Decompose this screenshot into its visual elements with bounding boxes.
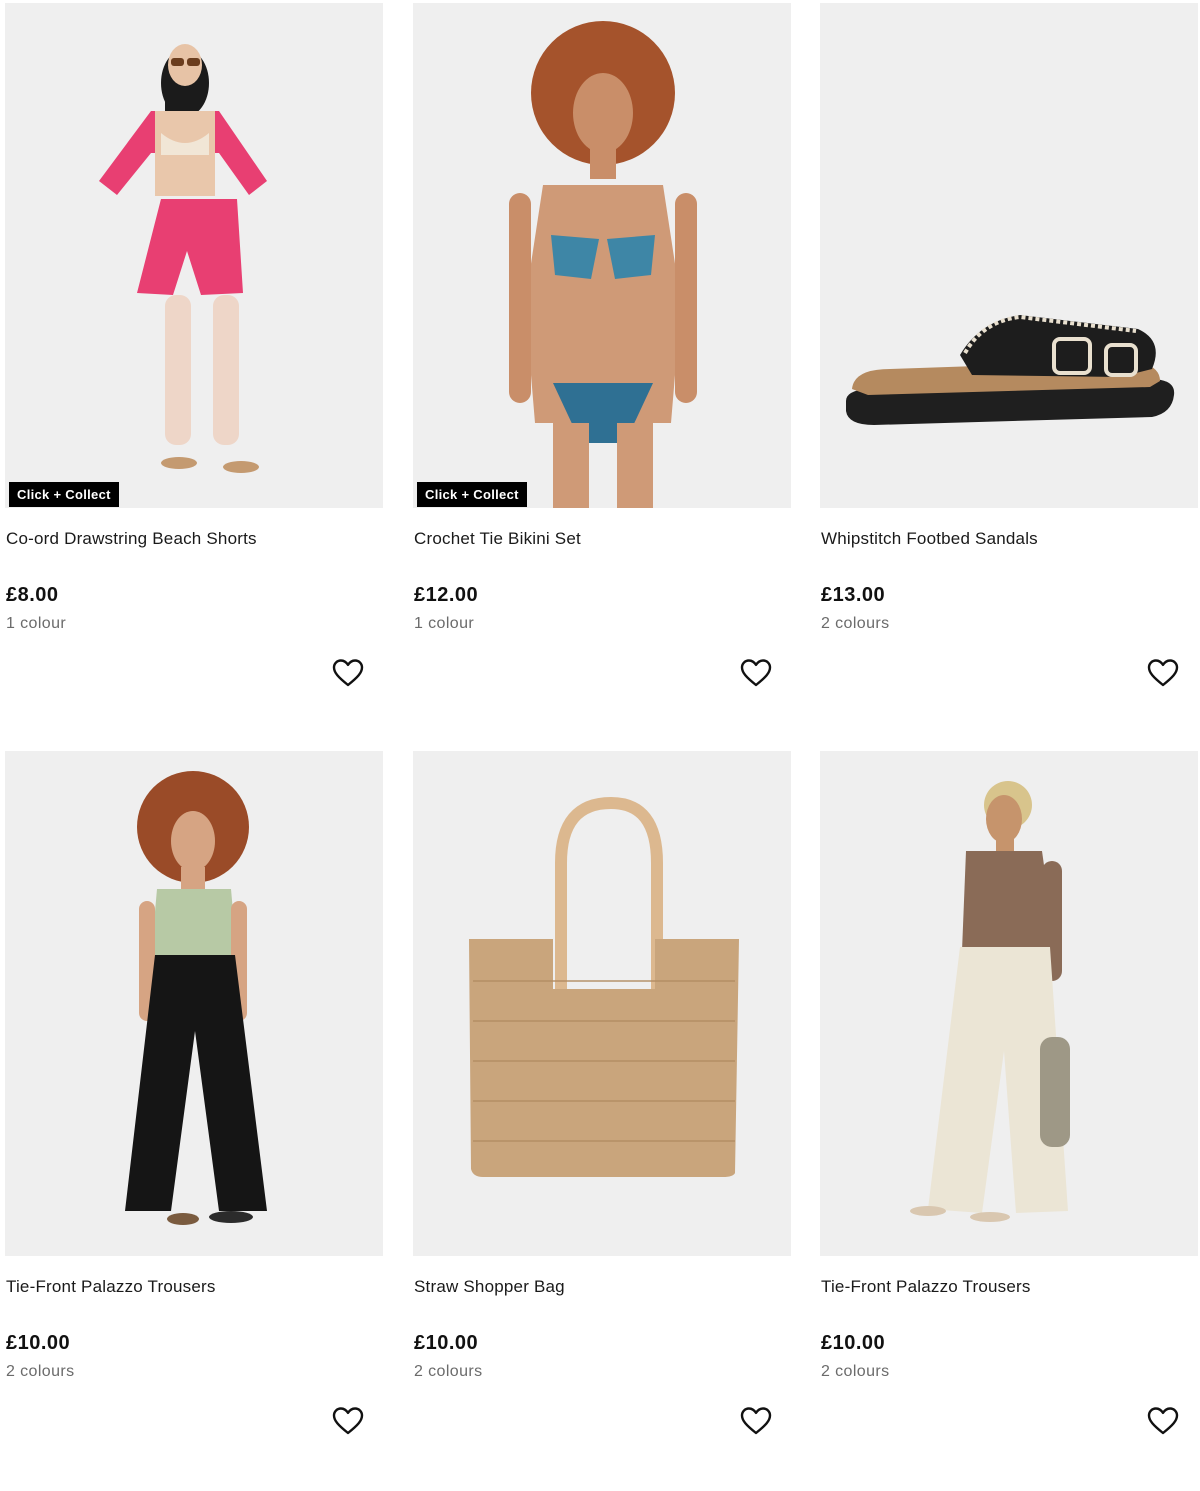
product-image[interactable]: Click + Collect [5, 3, 383, 508]
product-title[interactable]: Tie-Front Palazzo Trousers [821, 1277, 1031, 1297]
wishlist-button[interactable] [332, 658, 364, 688]
product-colours-count: 1 colour [6, 615, 67, 632]
product-title[interactable]: Straw Shopper Bag [414, 1277, 565, 1297]
heart-outline-icon [1147, 659, 1179, 687]
product-price: £12.00 [414, 584, 479, 606]
product-card[interactable]: Straw Shopper Bag £10.00 2 colours [413, 751, 791, 1491]
product-colours-count: 2 colours [6, 1363, 75, 1380]
product-colours-count: 2 colours [821, 615, 890, 632]
product-image[interactable] [820, 3, 1198, 508]
product-price: £10.00 [6, 1332, 71, 1354]
product-title[interactable]: Tie-Front Palazzo Trousers [6, 1277, 216, 1297]
model-black-palazzo-trousers-image [5, 751, 383, 1256]
click-collect-badge: Click + Collect [9, 482, 119, 507]
model-pink-beach-set-image [5, 3, 383, 508]
click-collect-badge: Click + Collect [417, 482, 527, 507]
product-image[interactable]: Click + Collect [413, 3, 791, 508]
product-price: £13.00 [821, 584, 886, 606]
product-price: £8.00 [6, 584, 59, 606]
product-image[interactable] [413, 751, 791, 1256]
product-title[interactable]: Co-ord Drawstring Beach Shorts [6, 529, 257, 549]
product-colours-count: 1 colour [414, 615, 475, 632]
wishlist-button[interactable] [1147, 1406, 1179, 1436]
product-price: £10.00 [414, 1332, 479, 1354]
black-footbed-sandal-image [820, 3, 1198, 508]
product-card[interactable]: Click + Collect Crochet Tie Bikini Set £… [413, 3, 791, 743]
model-crochet-bikini-image [413, 3, 791, 508]
straw-shopper-bag-image [413, 751, 791, 1256]
product-title[interactable]: Whipstitch Footbed Sandals [821, 529, 1038, 549]
product-card[interactable]: Tie-Front Palazzo Trousers £10.00 2 colo… [820, 751, 1198, 1491]
product-card[interactable]: Whipstitch Footbed Sandals £13.00 2 colo… [820, 3, 1198, 743]
product-price: £10.00 [821, 1332, 886, 1354]
wishlist-button[interactable] [740, 658, 772, 688]
product-image[interactable] [820, 751, 1198, 1256]
heart-outline-icon [740, 659, 772, 687]
product-grid: Click + Collect Co-ord Drawstring Beach … [0, 0, 1200, 1437]
wishlist-button[interactable] [740, 1406, 772, 1436]
heart-outline-icon [332, 1407, 364, 1435]
product-colours-count: 2 colours [414, 1363, 483, 1380]
heart-outline-icon [740, 1407, 772, 1435]
product-colours-count: 2 colours [821, 1363, 890, 1380]
wishlist-button[interactable] [1147, 658, 1179, 688]
product-card[interactable]: Click + Collect Co-ord Drawstring Beach … [5, 3, 383, 743]
product-card[interactable]: Tie-Front Palazzo Trousers £10.00 2 colo… [5, 751, 383, 1491]
wishlist-button[interactable] [332, 1406, 364, 1436]
product-title[interactable]: Crochet Tie Bikini Set [414, 529, 581, 549]
heart-outline-icon [332, 659, 364, 687]
product-image[interactable] [5, 751, 383, 1256]
heart-outline-icon [1147, 1407, 1179, 1435]
model-cream-palazzo-trousers-image [820, 751, 1198, 1256]
